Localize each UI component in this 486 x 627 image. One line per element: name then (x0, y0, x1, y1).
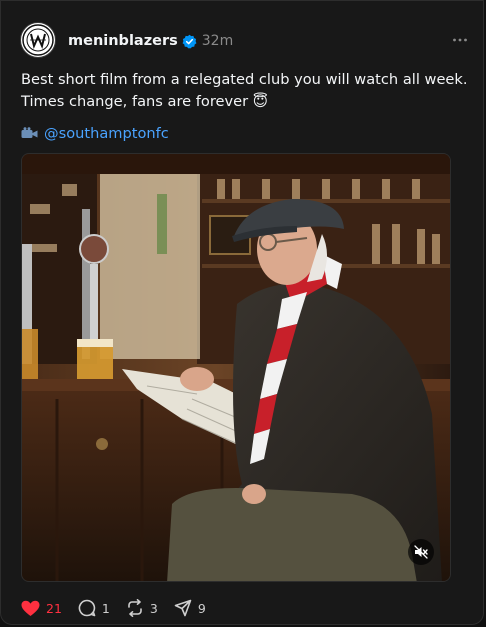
comment-icon (78, 599, 96, 617)
repost-count: 3 (149, 600, 158, 616)
mention-link[interactable]: @southamptonfc (44, 124, 169, 144)
thread-post: meninblazers 32m Best short film from a … (0, 0, 484, 625)
caption-line: Best short film from a relegated club yo… (21, 71, 468, 88)
send-icon (174, 599, 192, 617)
reply-count: 1 (101, 600, 110, 616)
verified-badge-icon (182, 34, 197, 48)
like-count: 21 (46, 600, 62, 616)
mute-button[interactable] (408, 539, 434, 565)
video-player[interactable] (21, 153, 451, 582)
avatar[interactable] (20, 22, 56, 58)
share-count: 9 (197, 600, 206, 616)
action-bar: 21 1 3 9 (21, 598, 222, 618)
video-frame (22, 154, 450, 581)
timestamp: 32m (201, 33, 234, 49)
username[interactable]: meninblazers (68, 33, 178, 49)
heart-icon (21, 600, 40, 616)
muted-speaker-icon (414, 545, 428, 559)
post-caption: Best short film from a relegated club yo… (21, 69, 471, 113)
caption-line: Times change, fans are forever 😇 (21, 93, 268, 110)
repost-icon (128, 599, 142, 617)
share-button[interactable]: 9 (174, 599, 206, 617)
menin-blazers-logo (22, 24, 54, 56)
video-camera-icon (21, 127, 38, 138)
repost-button[interactable]: 3 (126, 599, 158, 617)
like-button[interactable]: 21 (21, 600, 62, 617)
post-header: meninblazers 32m (68, 31, 233, 51)
mention-row: @southamptonfc (21, 124, 169, 144)
reply-button[interactable]: 1 (78, 599, 110, 617)
more-options-icon[interactable] (452, 35, 468, 45)
